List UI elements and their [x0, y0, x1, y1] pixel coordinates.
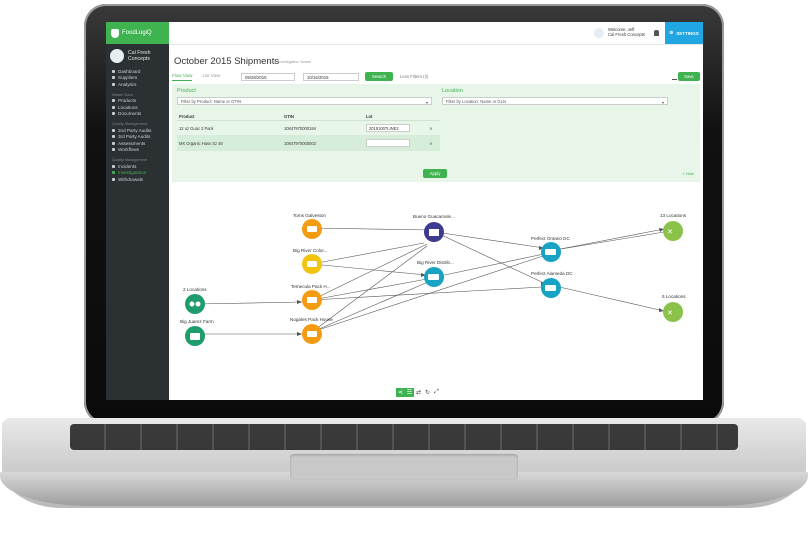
table-row: 12 oz Guac 2 Pack 10847970000194 2015100…	[177, 121, 440, 136]
incident-icon	[112, 164, 115, 168]
settings-label: SETTINGS	[676, 30, 699, 36]
sidebar-item-analytics[interactable]: Analytics	[106, 81, 169, 88]
page-title: October 2015 Shipments	[174, 56, 280, 67]
analytics-icon	[112, 82, 115, 86]
node-big-river-color[interactable]: Big River Color...	[293, 248, 327, 274]
tab-list-view[interactable]: List View	[202, 73, 220, 81]
sidebar-item-withdrawals[interactable]: Withdrawals	[106, 176, 169, 183]
svg-text:2 Locations: 2 Locations	[183, 287, 207, 292]
view-tabs: Flow View List View	[172, 73, 220, 81]
gear-icon: ⚙	[669, 30, 674, 35]
location-filter-select[interactable]: Filter by Location: Name or GLN ▾	[442, 97, 668, 105]
expand-icon[interactable]: ⤢	[432, 388, 441, 397]
table-row: MX Organic Hass Sz 48 10847970000002 ✕	[177, 136, 440, 151]
node-bueno-guacamole[interactable]: Bueno Guacamole...	[413, 214, 455, 242]
org-logo	[110, 49, 124, 63]
audit-icon	[112, 128, 115, 132]
close-icon[interactable]: ✕	[426, 141, 436, 146]
node-temecula-pack-house[interactable]: Temecula Pack H...	[291, 284, 331, 310]
start-date-input[interactable]: 09/28/2015	[241, 73, 295, 81]
svg-text:Nogales Pack House: Nogales Pack House	[290, 317, 333, 322]
sidebar: FoodLogiQ Cal Fresh Concepts Dashboard Su…	[106, 22, 169, 400]
svg-text:Temecula Pack H...: Temecula Pack H...	[291, 284, 331, 289]
user-avatar[interactable]	[594, 28, 604, 38]
node-toms-galveston[interactable]: Toms Galveston	[293, 213, 326, 239]
node-13-locations[interactable]: ✕ 13 Locations	[660, 213, 687, 241]
svg-text:5 Locations: 5 Locations	[662, 294, 686, 299]
documents-icon	[112, 112, 115, 116]
withdrawal-icon	[112, 177, 115, 181]
keyboard	[70, 424, 738, 450]
svg-text:✕: ✕	[667, 309, 673, 317]
workflow-icon	[112, 148, 115, 152]
org-name: Cal Fresh Concepts	[128, 50, 151, 62]
save-button[interactable]: Save	[678, 72, 700, 81]
location-filter-title: Location	[442, 88, 463, 94]
end-date-input[interactable]: 10/16/2015	[303, 73, 359, 81]
investigation-icon	[112, 171, 115, 175]
node-5-locations[interactable]: ✕ 5 Locations	[662, 294, 686, 322]
settings-button[interactable]: ⚙ SETTINGS	[665, 22, 703, 44]
share-icon[interactable]: ⋖	[396, 388, 405, 397]
svg-text:Perfect Alameda DC: Perfect Alameda DC	[531, 271, 573, 276]
chevron-down-icon: ▾	[661, 100, 664, 105]
apply-button[interactable]: Apply	[423, 169, 447, 178]
product-filter-title: Product	[177, 88, 196, 94]
svg-text:Perfect Ontario DC: Perfect Ontario DC	[531, 236, 570, 241]
svg-text:13 Locations: 13 Locations	[660, 213, 687, 218]
table-header: Product GTIN Lot	[177, 112, 440, 121]
bell-icon[interactable]	[654, 30, 659, 36]
welcome-text: Welcome, Jeff Cal Fresh Concepts	[608, 27, 645, 37]
tab-flow-view[interactable]: Flow View	[172, 73, 193, 81]
filter-panel: Product Filter by Product: Name or GTIN …	[172, 84, 700, 182]
svg-text:Big River Color...: Big River Color...	[293, 248, 327, 253]
svg-text:✕: ✕	[667, 228, 673, 236]
less-filters-link[interactable]: Less Filters (2)	[400, 74, 428, 79]
audit-icon	[112, 135, 115, 139]
locations-icon	[112, 105, 115, 109]
sidebar-item-documents[interactable]: Documents	[106, 111, 169, 118]
download-icon[interactable]	[672, 74, 677, 80]
org-switcher[interactable]: Cal Fresh Concepts	[106, 44, 169, 68]
product-filter-select[interactable]: Filter by Product: Name or GTIN ▾	[177, 97, 432, 105]
welcome-company: Cal Fresh Concepts	[607, 32, 645, 37]
chevron-down-icon: ▾	[425, 100, 428, 105]
search-button[interactable]: Search	[365, 72, 393, 81]
edit-investigation-name-link[interactable]: Edit Investigation Name	[269, 59, 311, 64]
lot-input[interactable]	[366, 139, 410, 147]
node-2-locations[interactable]: 2 Locations	[183, 287, 207, 314]
swap-icon[interactable]: ⇄	[414, 388, 423, 397]
products-icon	[112, 99, 115, 103]
svg-text:Big River Distrib...: Big River Distrib...	[417, 260, 454, 265]
node-nogales-pack-house[interactable]: Nogales Pack House	[290, 317, 333, 344]
refresh-icon[interactable]: ↻	[423, 388, 432, 397]
svg-text:Bueno Guacamole...: Bueno Guacamole...	[413, 214, 455, 219]
brand-bar[interactable]: FoodLogiQ	[106, 22, 169, 44]
node-big-river-distrib[interactable]: Big River Distrib...	[417, 260, 454, 287]
node-perfect-alameda-dc[interactable]: Perfect Alameda DC	[531, 271, 573, 298]
sidebar-item-workflows[interactable]: Workflows	[106, 147, 169, 154]
svg-text:Toms Galveston: Toms Galveston	[293, 213, 326, 218]
close-icon[interactable]: ✕	[426, 126, 436, 131]
hide-filters-link[interactable]: « Hide	[682, 171, 694, 176]
trackpad	[290, 454, 518, 480]
assessment-icon	[112, 141, 115, 145]
app-screen: FoodLogiQ Cal Fresh Concepts Dashboard Su…	[106, 22, 703, 400]
lot-input[interactable]: 20151007LINE2	[366, 124, 410, 132]
list-icon[interactable]: ☰	[405, 388, 414, 397]
suppliers-icon	[112, 76, 115, 80]
flow-diagram: Toms Galveston Big River Color... Temecu…	[180, 213, 687, 346]
top-bar: Welcome, Jeff Cal Fresh Concepts ⚙ SETTI…	[169, 22, 703, 45]
main-content: October 2015 Shipments Edit Investigatio…	[169, 44, 703, 400]
svg-text:Big Juarez Farm: Big Juarez Farm	[180, 319, 214, 324]
node-big-juarez-farm[interactable]: Big Juarez Farm	[180, 319, 214, 346]
dashboard-icon	[112, 69, 115, 73]
brand-name: FoodLogiQ	[122, 30, 152, 36]
flow-toolbar: ⋖ ☰ ⇄ ↻ ⤢	[396, 388, 441, 397]
product-table: Product GTIN Lot 12 oz Guac 2 Pack 10847…	[177, 112, 440, 151]
shield-logo-icon	[111, 28, 119, 38]
